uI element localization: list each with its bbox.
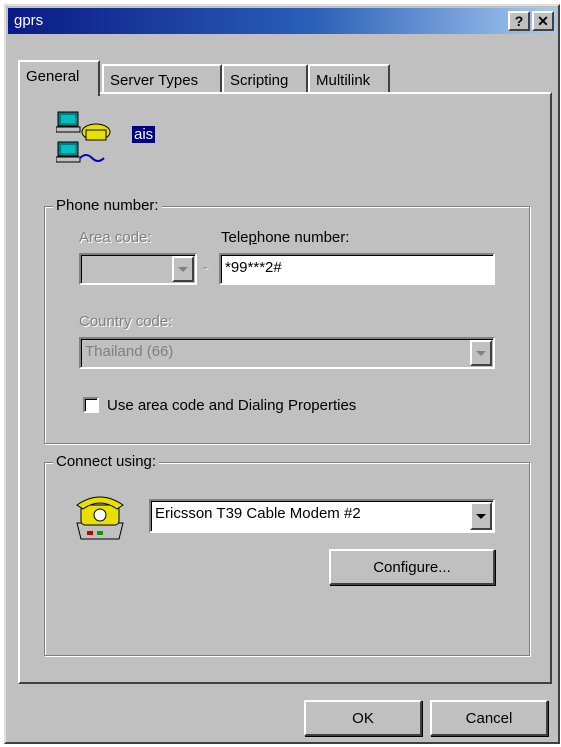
area-code-separator: - [203,259,208,276]
modem-phone-icon [76,496,124,540]
close-button[interactable]: ✕ [532,11,554,31]
connect-using-group-label: Connect using: [53,453,160,470]
phone-number-group: Phone number: Area code: - Telephone num… [44,197,530,444]
modem-device-value: Ericsson T39 Cable Modem #2 [155,505,361,522]
area-code-combo [79,253,197,285]
modem-device-select[interactable]: Ericsson T39 Cable Modem #2 [149,499,495,533]
phone-number-group-label: Phone number: [53,197,162,214]
use-area-code-checkbox[interactable] [83,397,99,413]
ok-button[interactable]: OK [304,700,422,736]
connection-name[interactable]: ais [132,126,156,143]
telephone-number-input[interactable]: *99***2# [219,253,495,285]
chevron-down-icon [476,513,486,519]
area-code-dropdown-button [172,256,194,282]
area-code-label: Area code: [79,229,152,246]
country-code-label: Country code: [79,313,173,330]
configure-button[interactable]: Configure... [329,549,495,585]
title-bar[interactable]: gprs ? ✕ [8,8,556,34]
chevron-down-icon [178,266,188,272]
modem-dropdown-button[interactable] [470,502,492,530]
country-code-select: Thailand (66) [79,337,495,369]
connect-using-group: Connect using: Ericsson T39 Cable Modem … [44,453,530,656]
chevron-down-icon [476,350,486,356]
country-code-dropdown-button [470,340,492,366]
tab-multilink[interactable]: Multilink [308,64,390,94]
general-tab-panel: ais Phone number: Area code: - Telephone… [18,92,552,684]
help-button[interactable]: ? [508,11,530,31]
tab-server-types[interactable]: Server Types [102,64,222,94]
cancel-button[interactable]: Cancel [430,700,548,736]
dialog-window: gprs ? ✕ General Server Types Scripting … [4,4,560,744]
country-code-value: Thailand (66) [85,343,174,360]
telephone-number-label: Telephone number: [221,229,350,246]
tab-scripting[interactable]: Scripting [222,64,308,94]
dialup-connection-icon [56,111,111,163]
use-area-code-label[interactable]: Use area code and Dialing Properties [107,397,356,414]
tab-general[interactable]: General [18,60,100,96]
window-title: gprs [14,12,44,29]
